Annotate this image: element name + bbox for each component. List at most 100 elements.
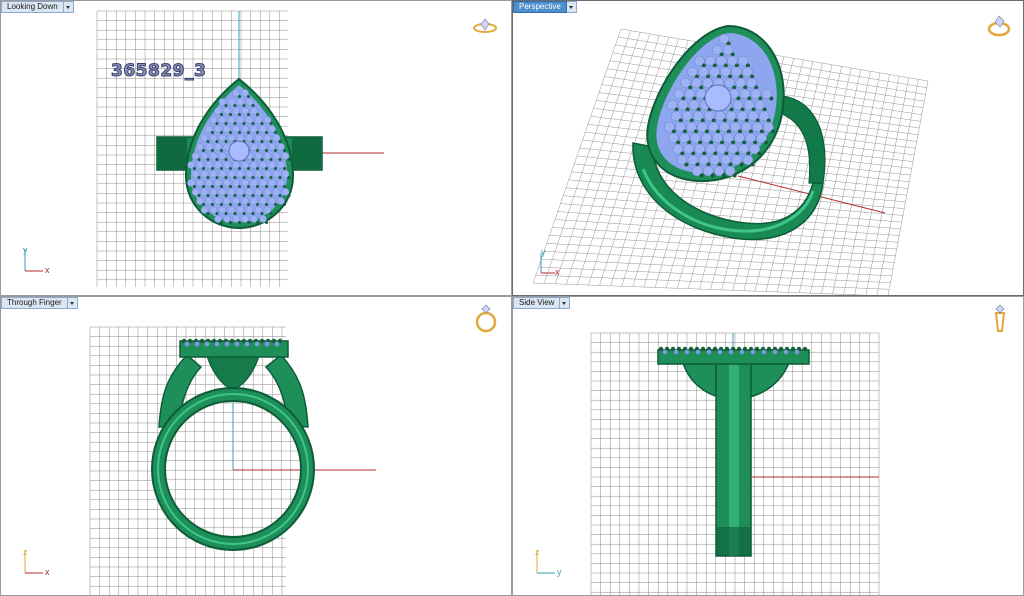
prong [688, 346, 694, 352]
prong [274, 131, 277, 134]
prong [265, 149, 268, 152]
prong [224, 194, 228, 197]
viewport-title[interactable]: Perspective [513, 1, 567, 13]
prong [750, 162, 755, 167]
viewport-tab[interactable]: Through Finger [1, 297, 78, 309]
prong [220, 113, 223, 116]
prong [724, 346, 730, 352]
axis-triad [540, 253, 555, 274]
viewport-tab[interactable]: Looking Down [1, 1, 74, 13]
prong [260, 140, 264, 143]
prong [242, 194, 246, 197]
prong [700, 346, 706, 352]
prong [251, 122, 255, 125]
viewport-menu-arrow-icon[interactable] [566, 1, 577, 13]
prong [242, 104, 246, 107]
prong [202, 203, 205, 206]
prong [283, 203, 286, 206]
prong [206, 212, 210, 215]
prong [206, 194, 210, 197]
prong [215, 158, 219, 161]
prong [764, 140, 769, 145]
ring-perspective-thumbnail-icon[interactable] [985, 13, 1013, 39]
prong [211, 203, 214, 206]
prong [712, 346, 718, 352]
prong [220, 167, 223, 170]
ring-top-thumbnail-icon[interactable] [471, 15, 499, 37]
pave-stone [244, 341, 250, 347]
axis-v-label: y [23, 245, 28, 255]
prong [287, 176, 291, 179]
prong [229, 113, 232, 116]
viewport-through-finger[interactable]: Through Finger z x [0, 296, 512, 596]
viewport-tab[interactable]: Perspective [513, 1, 577, 13]
prong [283, 149, 286, 152]
prong [229, 221, 232, 224]
prong [233, 176, 237, 179]
prong [215, 140, 219, 143]
axis-v-label: z [23, 547, 28, 557]
prong [684, 162, 689, 167]
pave-stone [194, 341, 200, 347]
prong [260, 158, 264, 161]
pave-stone [204, 341, 210, 347]
prong [269, 176, 273, 179]
prong [658, 346, 664, 352]
prong [256, 221, 259, 224]
prong [260, 194, 264, 197]
prong [754, 346, 760, 352]
prong [739, 162, 744, 167]
prong [202, 185, 205, 188]
viewport-canvas[interactable] [513, 297, 1024, 596]
axis-v-label: y [541, 247, 546, 257]
prong [238, 167, 241, 170]
prong [256, 167, 259, 170]
prong [770, 129, 775, 134]
prong [278, 194, 282, 197]
viewport-canvas[interactable] [1, 1, 512, 296]
prong [202, 167, 205, 170]
prong [193, 185, 196, 188]
viewport-title[interactable]: Through Finger [1, 297, 68, 309]
viewport-title[interactable]: Looking Down [1, 1, 64, 13]
prong [260, 176, 264, 179]
prong [259, 338, 265, 344]
prong [238, 185, 241, 188]
pave-stone [739, 349, 745, 355]
prong [265, 221, 268, 224]
viewport-side-view[interactable]: Side View z y [512, 296, 1024, 596]
pave-stone [728, 349, 734, 355]
axis-v-label: z [535, 547, 540, 557]
viewport-canvas[interactable] [1, 297, 512, 596]
viewport-menu-arrow-icon[interactable] [63, 1, 74, 13]
viewport-title[interactable]: Side View [513, 297, 561, 309]
prong [274, 185, 277, 188]
viewport-perspective[interactable]: Perspective y x [512, 0, 1024, 296]
prong [757, 151, 762, 156]
viewport-tab[interactable]: Side View [513, 297, 571, 309]
ring-front-thumbnail-icon[interactable] [473, 303, 499, 333]
prong [269, 140, 273, 143]
prong [247, 203, 250, 206]
pave-stone [750, 349, 756, 355]
prong [238, 131, 241, 134]
viewport-looking-down[interactable]: Looking Down 365829_3 y x [0, 0, 512, 296]
prong [211, 149, 214, 152]
prong [287, 158, 291, 161]
prong [802, 346, 808, 352]
prong [193, 167, 196, 170]
prong [229, 131, 232, 134]
prong [247, 221, 250, 224]
prong [224, 212, 228, 215]
pave-stone [184, 341, 190, 347]
prong [215, 176, 219, 179]
viewport-menu-arrow-icon[interactable] [560, 297, 571, 309]
prong [256, 149, 259, 152]
ring-side-thumbnail-icon[interactable] [989, 303, 1011, 335]
prong [220, 185, 223, 188]
prong [215, 194, 219, 197]
prong [269, 194, 273, 197]
viewport-canvas[interactable] [513, 1, 1024, 296]
pave-stone [772, 349, 778, 355]
viewport-menu-arrow-icon[interactable] [67, 297, 78, 309]
